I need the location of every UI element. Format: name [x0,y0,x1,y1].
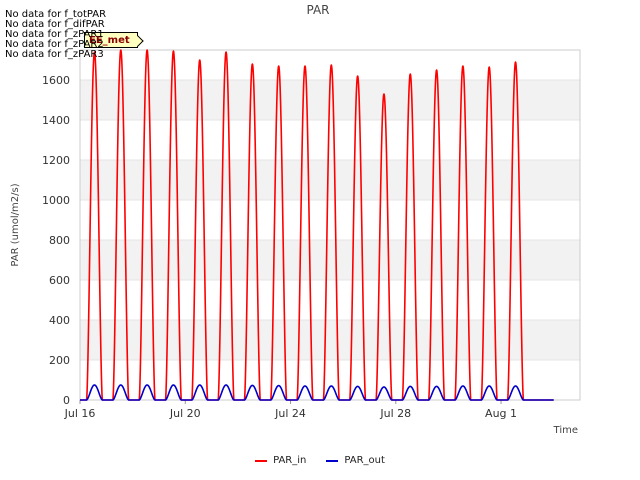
x-tick-label: Aug 1 [485,407,517,420]
grid-bands [80,80,580,360]
y-tick-label: 0 [63,394,70,407]
x-tick-label: Jul 16 [64,407,96,420]
y-tick-label: 1200 [42,154,70,167]
legend-label: PAR_out [344,455,385,466]
legend-swatch-blue [326,459,339,462]
legend-item-par-in[interactable]: PAR_in [255,455,306,466]
y-tick-label: 1600 [42,74,70,87]
y-tick-label: 400 [49,314,70,327]
grid-band [80,240,580,280]
x-tick-label: Jul 20 [169,407,201,420]
x-tick-label: Jul 28 [379,407,411,420]
legend-swatch-red [255,459,268,462]
legend-label: PAR_in [273,455,307,466]
y-tick-label: 1400 [42,114,70,127]
x-axis-ticks: Jul 16 Jul 20 Jul 24 Jul 28 Aug 1 [64,400,517,420]
x-axis-label: Time [553,425,578,436]
y-tick-label: 800 [49,234,70,247]
par-chart: 02004006008001000120014001600 Jul 16 Jul … [10,3,581,436]
chart-title: PAR [306,3,329,17]
grid-band [80,320,580,360]
y-tick-label: 200 [49,354,70,367]
x-tick-label: Jul 24 [274,407,306,420]
y-tick-label: 600 [49,274,70,287]
y-axis-label: PAR (umol/m2/s) [10,183,21,266]
y-tick-label: 1000 [42,194,70,207]
legend: PAR_in PAR_out [0,455,640,466]
y-axis-ticks: 0 200 400 600 800 1000 1200 1400 1600 [42,74,70,407]
legend-item-par-out[interactable]: PAR_out [326,455,385,466]
grid-band [80,160,580,200]
nodata-message: No data for f_zPAR3 [5,49,104,60]
